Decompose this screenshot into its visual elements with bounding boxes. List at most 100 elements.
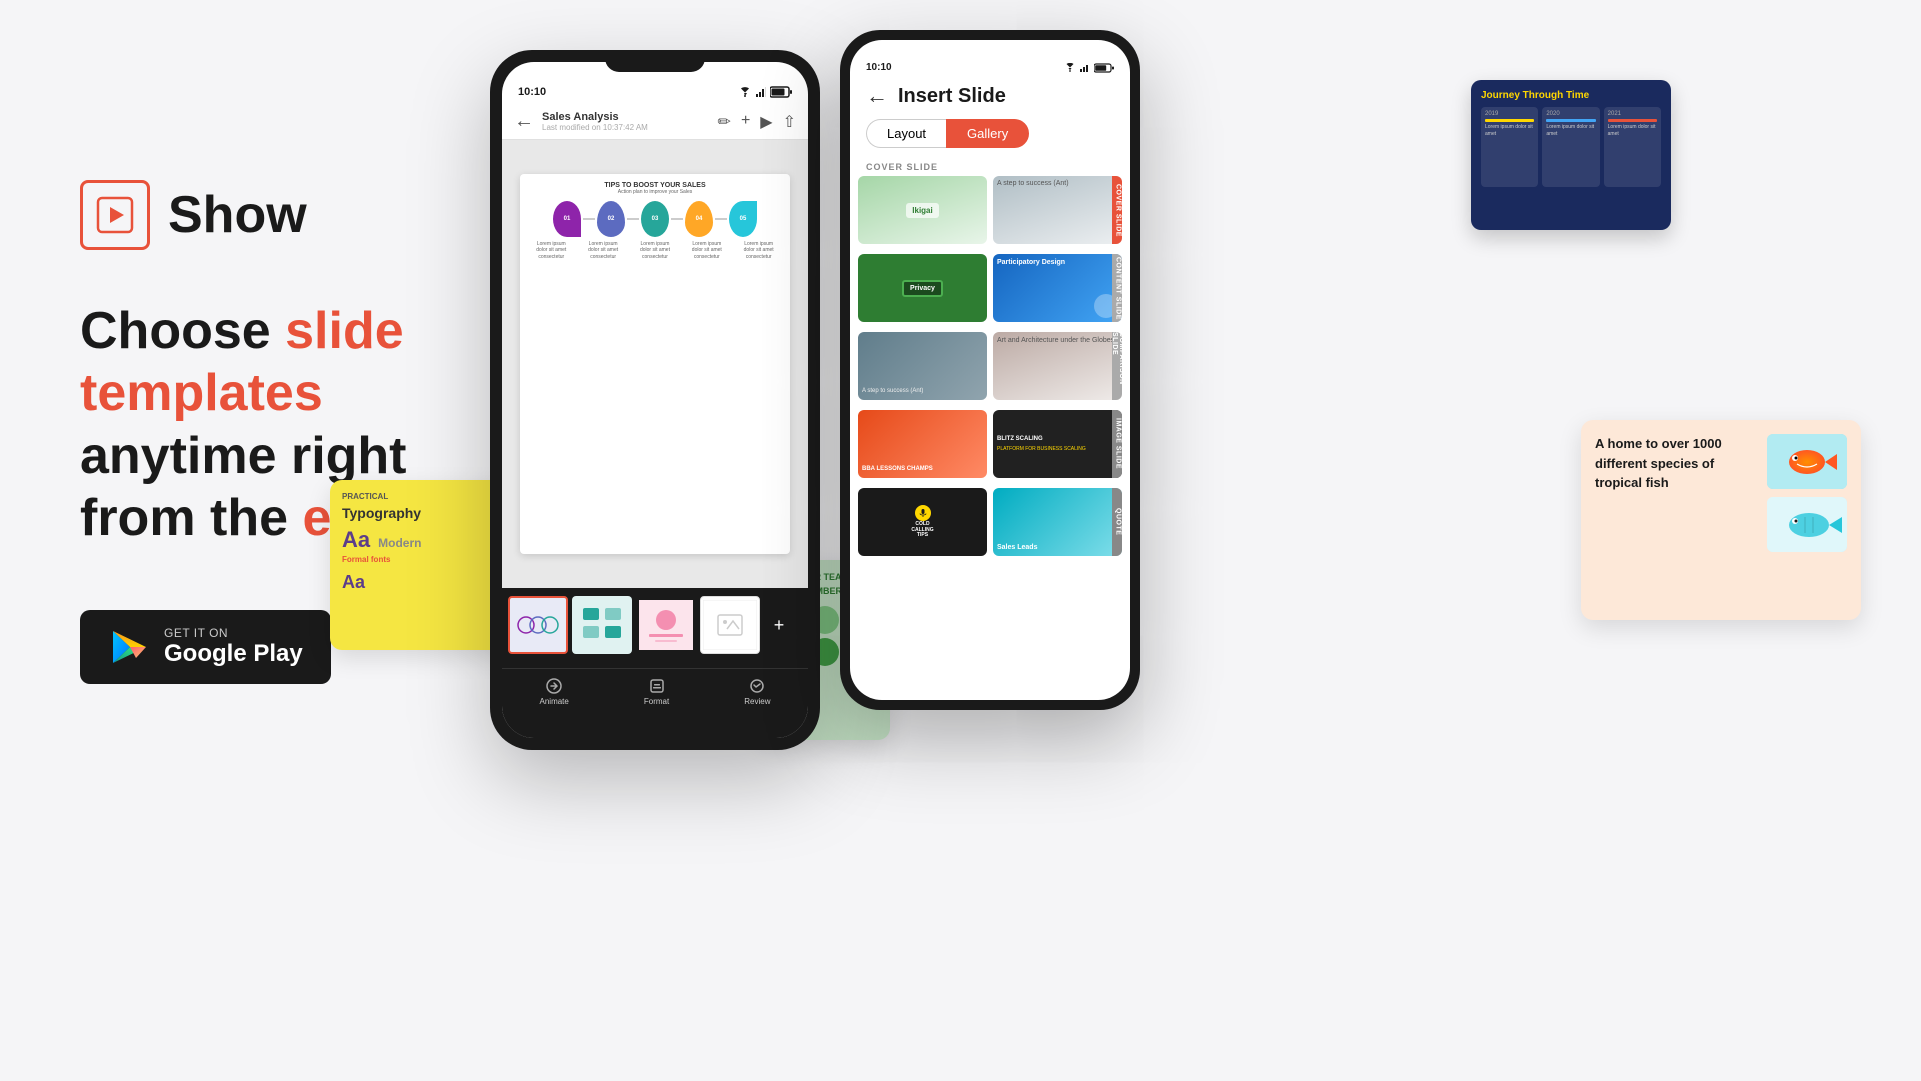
phone2-header: ← Insert Slide xyxy=(850,79,1130,119)
timeline-year-2: 2020 xyxy=(1546,111,1595,117)
cover-side-label: COVER SLIDE xyxy=(1112,176,1122,244)
thumb-add-button[interactable]: + xyxy=(764,596,794,654)
phone2-wifi-icon xyxy=(1064,63,1076,72)
thumb-cover1[interactable]: Ikigai xyxy=(858,176,987,244)
node-04-label: 04 xyxy=(696,216,703,222)
thumb-2-img xyxy=(574,598,630,652)
fish-img-2 xyxy=(1767,497,1847,552)
thumb-3[interactable] xyxy=(636,596,696,654)
timeline-bar-2 xyxy=(1546,119,1595,122)
tab-gallery[interactable]: Gallery xyxy=(946,119,1029,148)
phone1-bottom-bar: + Animate xyxy=(502,588,808,738)
phone2-title: Insert Slide xyxy=(898,85,1006,108)
thumb-1[interactable] xyxy=(508,596,568,654)
timeline-text-1: Lorem ipsum dolor sit amet xyxy=(1485,124,1534,137)
arrow-2 xyxy=(627,218,639,220)
arrow-1 xyxy=(583,218,595,220)
thumb-sales-leads[interactable]: Sales Leads QUOTE xyxy=(993,488,1122,556)
section-cover-label: COVER SLIDE xyxy=(850,158,1130,176)
image-side-label: IMAGE SLIDE xyxy=(1112,410,1122,478)
gallery-row-cover: Ikigai A step to success (Ant) COVER SLI… xyxy=(858,176,1122,244)
share-icon[interactable]: ⇧ xyxy=(783,112,796,132)
gallery-row-sales: COLDCALLINGTIPS Sales Leads QUOTE xyxy=(858,488,1122,556)
thumb-image2[interactable]: BLITZ SCALING PLATFORM FOR BUSINESS SCAL… xyxy=(993,410,1122,478)
thumb-image2-sublabel: PLATFORM FOR BUSINESS SCALING xyxy=(997,446,1118,452)
node-04-text: Lorem ipsum dolor sit amet consectetur xyxy=(687,241,727,261)
node-01-label: 01 xyxy=(564,216,571,222)
fish-img-1 xyxy=(1767,434,1847,489)
show-logo-svg xyxy=(96,196,134,234)
nav-format-label: Format xyxy=(644,697,669,706)
node-01-text: Lorem ipsum dolor sit amet consectetur xyxy=(531,241,571,261)
node-01: 01 xyxy=(553,201,581,237)
nav-format[interactable]: Format xyxy=(644,677,669,706)
phone2-back-icon[interactable]: ← xyxy=(866,83,888,109)
phone1-nav-bar: Animate Format xyxy=(502,668,808,718)
thumb-3-img xyxy=(638,598,694,652)
thumb-image1[interactable]: BBA LESSONS CHAMPS xyxy=(858,410,987,478)
gallery-row-image: BBA LESSONS CHAMPS BLITZ SCALING PLATFOR… xyxy=(858,410,1122,478)
thumbnail-strip[interactable]: + xyxy=(502,588,808,668)
nav-animate[interactable]: Animate xyxy=(540,677,569,706)
phone1-status-icons xyxy=(738,86,792,98)
play-icon[interactable]: ▶ xyxy=(760,112,772,132)
phone2-time: 10:10 xyxy=(866,62,892,73)
timeline-item-1: 2019 Lorem ipsum dolor sit amet xyxy=(1481,107,1538,187)
add-icon[interactable]: + xyxy=(741,112,750,132)
arrow-3 xyxy=(671,218,683,220)
gallery-row-comparison: A step to success (Ant) Art and Architec… xyxy=(858,332,1122,400)
thumb-image2-label: BLITZ SCALING xyxy=(997,436,1118,444)
thumb-comp1[interactable]: A step to success (Ant) xyxy=(858,332,987,400)
thumb-cover1-label: Ikigai xyxy=(906,203,938,218)
thumb-content1[interactable]: Privacy xyxy=(858,254,987,322)
phone2-battery-icon xyxy=(1094,63,1114,73)
google-play-icon xyxy=(108,626,150,668)
journey-card-inner: Journey Through Time 2019 Lorem ipsum do… xyxy=(1471,80,1671,197)
google-play-button[interactable]: GET IT ON Google Play xyxy=(80,610,331,684)
thumb-4-img xyxy=(701,597,759,653)
phone2-status-icons xyxy=(1064,62,1114,73)
timeline-item-2: 2020 Lorem ipsum dolor sit amet xyxy=(1542,107,1599,187)
gallery-row-content: Privacy Participatory Design CONTENT SLI… xyxy=(858,254,1122,322)
mic-icon xyxy=(918,508,928,518)
phone1-title-area: Sales Analysis Last modified on 10:37:42… xyxy=(542,111,710,132)
thumb-content2[interactable]: Participatory Design CONTENT SLIDE xyxy=(993,254,1122,322)
phone2-signal-icon xyxy=(1080,63,1090,72)
process-text-row: Lorem ipsum dolor sit amet consectetur L… xyxy=(520,237,789,265)
phone1-toolbar-icons: ✏ + ▶ ⇧ xyxy=(718,112,796,132)
node-03: 03 xyxy=(641,201,669,237)
thumb-cold-tips[interactable]: COLDCALLINGTIPS xyxy=(858,488,987,556)
fish-images xyxy=(1767,434,1847,552)
phone1-device: 10:10 xyxy=(490,50,820,750)
thumb-image1-label: BBA LESSONS CHAMPS xyxy=(862,466,983,474)
yellow-aa: Aa xyxy=(342,527,370,553)
node-02-text: Lorem ipsum dolor sit amet consectetur xyxy=(583,241,623,261)
timeline-text-2: Lorem ipsum dolor sit amet xyxy=(1546,124,1595,137)
tagline-line1-normal: Choose xyxy=(80,302,285,360)
thumb-content1-label: Privacy xyxy=(902,280,943,297)
thumb-comp2[interactable]: Art and Architecture under the Globes CO… xyxy=(993,332,1122,400)
phone1-doc-title: Sales Analysis xyxy=(542,111,710,123)
thumb-2[interactable] xyxy=(572,596,632,654)
thumb-cover2[interactable]: A step to success (Ant) COVER SLIDE xyxy=(993,176,1122,244)
phone2-screen: 10:10 xyxy=(850,40,1130,700)
battery-icon xyxy=(770,86,792,98)
node-03-label: 03 xyxy=(652,216,659,222)
pencil-icon[interactable]: ✏ xyxy=(718,112,731,132)
node-02: 02 xyxy=(597,201,625,237)
journey-card: Journey Through Time 2019 Lorem ipsum do… xyxy=(1471,80,1671,230)
nav-animate-label: Animate xyxy=(540,697,569,706)
tab-layout[interactable]: Layout xyxy=(866,119,946,148)
phone1-back-icon[interactable]: ← xyxy=(514,110,534,133)
journey-card-title: Journey Through Time xyxy=(1481,90,1661,101)
arrow-4 xyxy=(715,218,727,220)
cold-tips-label: COLDCALLINGTIPS xyxy=(911,522,933,539)
node-05-text: Lorem ipsum dolor sit amet consectetur xyxy=(739,241,779,261)
timeline-bar-1 xyxy=(1485,119,1534,122)
wifi-icon xyxy=(738,87,752,97)
nav-review[interactable]: Review xyxy=(744,677,770,706)
phone1-notch xyxy=(605,50,705,72)
timeline-item-3: 2021 Lorem ipsum dolor sit amet xyxy=(1604,107,1661,187)
thumb-4-empty[interactable] xyxy=(700,596,760,654)
phone1-slide-preview: TIPS TO BOOST YOUR SALES Action plan to … xyxy=(520,174,789,555)
